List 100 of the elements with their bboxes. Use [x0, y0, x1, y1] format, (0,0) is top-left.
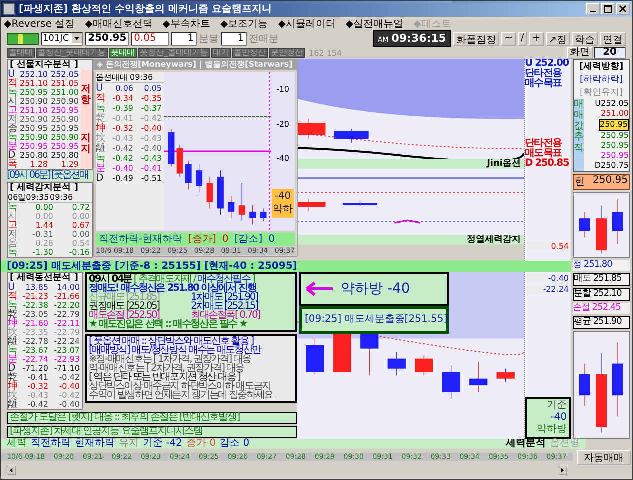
symbol-dropdown[interactable]: 101JC: [41, 32, 84, 46]
candlestick: [260, 208, 267, 222]
value-cell-text: -0.49: [112, 174, 134, 182]
status-text: 세력분석: [506, 439, 546, 449]
row-label: 坎: [96, 134, 107, 142]
toolbar-button[interactable]: /: [518, 32, 528, 46]
row-label: 離: [8, 400, 19, 409]
toolbar-button[interactable]: ↗정: [546, 32, 570, 46]
menu-item[interactable]: ◆매매신호선택: [85, 16, 153, 30]
value-cell-text: 14.00: [56, 283, 81, 292]
target-label: 매도목표: [525, 149, 562, 159]
value-cell-text: 1.29: [60, 160, 80, 169]
toolbar-button[interactable]: +: [529, 32, 544, 46]
candlestick: [185, 160, 192, 190]
value-cell-text: -0.43: [26, 391, 50, 400]
value-cell-text: 0.26: [34, 239, 54, 248]
panel-title: [ 세력감지분석 ]: [9, 183, 80, 193]
value-cell-text: 250.90: [50, 133, 80, 142]
panel-title: [ 세력동선분석 ]: [10, 273, 80, 283]
lookback-field[interactable]: 1: [221, 32, 248, 46]
value-cell-text: -0.16: [68, 248, 91, 257]
candlestick: [580, 364, 590, 406]
value-cell-text: -0.34: [112, 94, 134, 102]
row-label: 적: [96, 94, 107, 102]
row-label: D: [96, 174, 105, 182]
row-label: 녹: [96, 154, 107, 162]
scroll-right-icon[interactable]: [558, 466, 567, 474]
candlestick: [388, 352, 406, 376]
toolbar-button[interactable]: 연결: [600, 32, 626, 46]
value-cell-text: 0.05: [143, 84, 163, 92]
guide-line: ※정-매매신호는 [ 1차가격, 권장가격] 대응: [89, 355, 252, 364]
reading-value: -0.40: [525, 274, 571, 283]
toolbar-button[interactable]: 화폴점정: [453, 32, 500, 46]
left-arrow-icon: [305, 281, 335, 297]
row-label: 乾: [96, 114, 107, 122]
close-button[interactable]: [616, 3, 630, 15]
scroll-left-icon[interactable]: [7, 466, 16, 474]
value-cell-text: 250.80: [50, 151, 80, 160]
row-label: 저: [8, 115, 19, 124]
row-label: 적: [8, 292, 19, 301]
menu-item[interactable]: ◆Reverse 설정: [4, 16, 76, 30]
value-cell-text: -0.40: [58, 400, 81, 409]
value-cell-text: -21.66: [53, 292, 81, 301]
row-label: U: [8, 283, 16, 292]
callout-text: 약하방 -40: [341, 280, 410, 298]
value-cell-text: -21.23: [22, 292, 50, 301]
guide-line: 상단박스이상 매수금지 하단박스이하 매도금지: [89, 382, 271, 391]
value-cell-text: 251.10: [19, 79, 49, 88]
footer-label: [증가]: [188, 233, 216, 246]
axis-label: -40: [276, 154, 290, 164]
menu-item[interactable]: ◆보조기능: [220, 16, 268, 30]
mode-button[interactable]: 풋매매: [109, 48, 137, 58]
note-bar: [파생지존] 차세대 인공지능 요술램프지니시스템: [7, 426, 297, 438]
maximize-button[interactable]: [601, 3, 615, 15]
toolbar-button[interactable]: ~: [501, 32, 516, 46]
guide-line: [ 풋옵션 매매 :: 상단박스와 매도신호 활용 ]: [89, 337, 254, 346]
candlestick: [306, 338, 324, 376]
candlestick: [196, 164, 203, 194]
value-cell-text: -22.79: [53, 310, 81, 319]
guide-line: [매매방식] 매도/청산방식 매수는 매도청산만: [89, 346, 262, 355]
price-field: 250.95: [85, 32, 130, 46]
value-cell-text: -22.20: [53, 301, 81, 310]
value-cell-text: -0.42: [112, 144, 134, 152]
value-cell-text: 250.95: [19, 124, 49, 133]
status-indicator: [7, 32, 39, 44]
row-label: 종: [8, 124, 19, 133]
footer-label: [감소]: [234, 233, 263, 246]
menu-item[interactable]: ◆부속차트: [162, 16, 210, 30]
auto-trade-button[interactable]: 자동매매: [577, 450, 631, 464]
candlestick: [470, 362, 488, 393]
candlestick: [176, 144, 184, 178]
menu-item[interactable]: ◆실전매뉴얼: [346, 16, 404, 30]
menu-item[interactable]: ◆시뮬레이터: [278, 16, 336, 30]
candlestick: [334, 128, 369, 144]
bar-unit-label: 분봉: [199, 32, 220, 46]
status-text: 옵션형: [550, 439, 580, 449]
value-cell-text: -23.07: [53, 346, 81, 355]
value-cell-text: 0.00: [34, 212, 54, 221]
screen-field[interactable]: 20: [594, 47, 626, 59]
value-cell-text: -0.42: [58, 391, 81, 400]
price-level: 최대손절폭[ 0.70]: [191, 311, 262, 320]
row-label: 坎: [8, 391, 19, 400]
value-cell-text: 0.06: [114, 84, 134, 92]
value-cell-text: -21.60: [22, 319, 50, 328]
change-field: 0.05: [131, 32, 170, 46]
candlestick: [218, 170, 224, 216]
row-label: D: [8, 151, 16, 160]
toolbar-button[interactable]: 학습: [572, 32, 598, 46]
value-cell-text: -1.30: [32, 248, 54, 257]
value-cell-text: -0.39: [112, 104, 134, 112]
row-label: 분: [96, 164, 107, 172]
row-label: 고: [8, 106, 19, 115]
candlestick: [228, 196, 235, 219]
value-cell-text: -22.79: [53, 328, 81, 337]
value-cell-text: -22.74: [22, 355, 50, 364]
value-cell-text: 250.90: [19, 97, 49, 106]
row-label: 녹: [96, 104, 107, 112]
candlestick: [415, 355, 434, 376]
bar-count-field[interactable]: 1: [171, 32, 198, 46]
minimize-button[interactable]: [586, 3, 600, 15]
